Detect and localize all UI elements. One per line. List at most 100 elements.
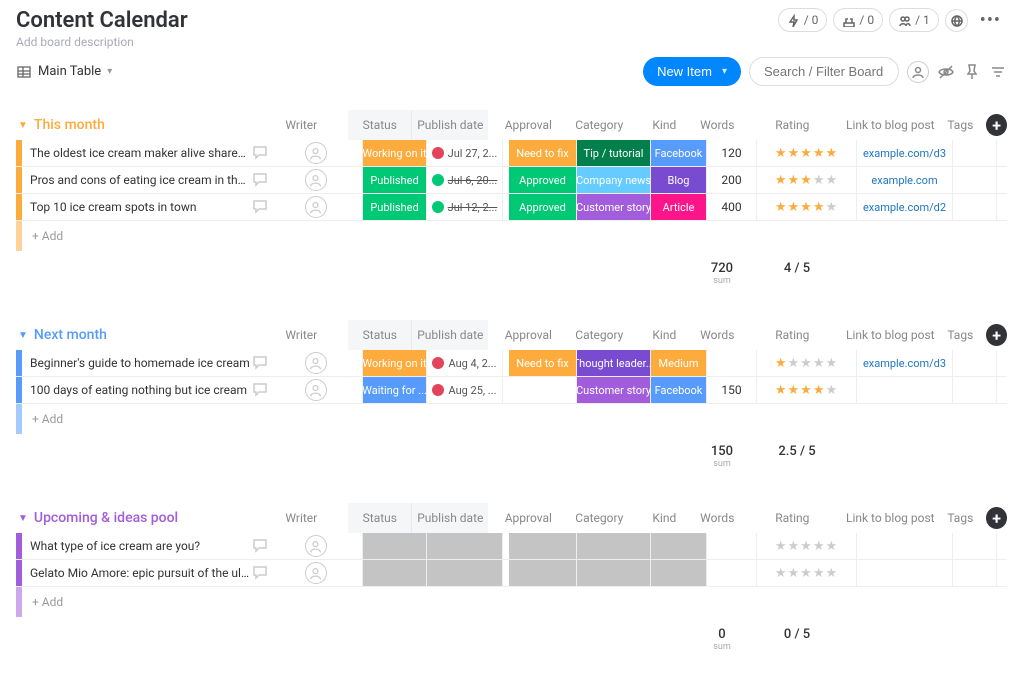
approval-cell[interactable] <box>509 377 577 403</box>
status-cell[interactable]: Published <box>363 167 427 193</box>
tags-cell[interactable] <box>953 140 997 166</box>
col-approval[interactable]: Approval <box>494 320 562 350</box>
tags-cell[interactable] <box>953 194 997 220</box>
col-writer[interactable]: Writer <box>254 110 348 140</box>
add-column-button[interactable]: + <box>986 114 1007 136</box>
activity-button[interactable] <box>945 9 968 32</box>
col-publish-date[interactable]: Publish date <box>412 320 488 350</box>
category-cell[interactable]: Thought leader... <box>577 350 651 376</box>
table-row[interactable]: Gelato Mio Amore: epic pursuit of the ul… <box>16 560 1007 587</box>
category-cell[interactable]: Customer story <box>577 377 651 403</box>
col-category[interactable]: Category <box>562 320 636 350</box>
link-cell[interactable]: example.com <box>857 167 953 193</box>
rating-cell[interactable]: ★★★★★ <box>757 194 857 220</box>
tags-cell[interactable] <box>953 377 997 403</box>
comment-icon[interactable] <box>251 537 269 555</box>
col-writer[interactable]: Writer <box>254 503 348 533</box>
avatar-placeholder[interactable] <box>305 379 327 401</box>
rating-cell[interactable]: ★★★★★ <box>757 167 857 193</box>
avatar-placeholder[interactable] <box>305 142 327 164</box>
rating-cell[interactable]: ★★★★★ <box>757 377 857 403</box>
add-column-button[interactable]: + <box>986 324 1007 346</box>
col-tags[interactable]: Tags <box>938 320 982 350</box>
col-link[interactable]: Link to blog post <box>842 320 938 350</box>
item-name[interactable]: Top 10 ice cream spots in town <box>22 200 251 214</box>
col-rating[interactable]: Rating <box>742 320 842 350</box>
rating-cell[interactable]: ★★★★★ <box>757 560 857 586</box>
avatar-placeholder[interactable] <box>305 535 327 557</box>
approval-cell[interactable]: Need to fix <box>509 140 577 166</box>
writer-cell[interactable] <box>269 194 363 220</box>
date-cell[interactable]: Aug 25, ... <box>427 377 503 403</box>
category-cell[interactable] <box>577 533 651 559</box>
new-item-button[interactable]: New Item ▾ <box>643 57 741 86</box>
link-cell[interactable] <box>857 533 953 559</box>
col-kind[interactable]: Kind <box>636 503 692 533</box>
avatar-placeholder[interactable] <box>305 562 327 584</box>
approval-cell[interactable] <box>509 533 577 559</box>
approval-cell[interactable] <box>509 560 577 586</box>
people-badge[interactable]: / 1 <box>889 8 939 32</box>
words-cell[interactable] <box>707 533 757 559</box>
status-cell[interactable]: Waiting for ... <box>363 377 427 403</box>
link-cell[interactable]: example.com/d3 <box>857 350 953 376</box>
group-title[interactable]: ▼ This month <box>16 117 254 133</box>
status-cell[interactable] <box>363 533 427 559</box>
more-options[interactable]: ••• <box>974 10 1007 31</box>
col-publish-date[interactable]: Publish date <box>412 110 488 140</box>
col-approval[interactable]: Approval <box>494 110 562 140</box>
table-row[interactable]: 100 days of eating nothing but ice cream… <box>16 377 1007 404</box>
kind-cell[interactable]: Facebook <box>651 140 707 166</box>
item-name[interactable]: Gelato Mio Amore: epic pursuit of the ul… <box>22 566 251 580</box>
col-tags[interactable]: Tags <box>938 503 982 533</box>
writer-cell[interactable] <box>269 140 363 166</box>
category-cell[interactable] <box>577 560 651 586</box>
rating-cell[interactable]: ★★★★★ <box>757 140 857 166</box>
rating-cell[interactable]: ★★★★★ <box>757 350 857 376</box>
writer-cell[interactable] <box>269 377 363 403</box>
link-cell[interactable] <box>857 377 953 403</box>
col-kind[interactable]: Kind <box>636 110 692 140</box>
avatar-placeholder[interactable] <box>305 352 327 374</box>
link-cell[interactable]: example.com/d3 <box>857 140 953 166</box>
add-item-row[interactable]: + Add <box>16 404 1007 434</box>
comment-icon[interactable] <box>251 171 269 189</box>
group-title[interactable]: ▼ Next month <box>16 327 254 343</box>
date-cell[interactable]: Jul 12, 2... <box>427 194 503 220</box>
col-words[interactable]: Words <box>692 110 742 140</box>
date-cell[interactable]: Aug 4, 2... <box>427 350 503 376</box>
kind-cell[interactable]: Article <box>651 194 707 220</box>
tags-cell[interactable] <box>953 350 997 376</box>
kind-cell[interactable] <box>651 533 707 559</box>
col-rating[interactable]: Rating <box>742 503 842 533</box>
table-row[interactable]: Beginner's guide to homemade ice cream W… <box>16 350 1007 377</box>
item-name[interactable]: What type of ice cream are you? <box>22 539 251 553</box>
col-publish-date[interactable]: Publish date <box>412 503 488 533</box>
words-cell[interactable] <box>707 350 757 376</box>
words-cell[interactable]: 150 <box>707 377 757 403</box>
rating-cell[interactable]: ★★★★★ <box>757 533 857 559</box>
approval-cell[interactable]: Approved <box>509 167 577 193</box>
view-switcher[interactable]: Main Table ▾ <box>16 64 112 80</box>
date-cell[interactable]: Jul 6, 20... <box>427 167 503 193</box>
words-cell[interactable]: 400 <box>707 194 757 220</box>
col-writer[interactable]: Writer <box>254 320 348 350</box>
table-row[interactable]: The oldest ice cream maker alive shares … <box>16 140 1007 167</box>
item-name[interactable]: Pros and cons of eating ice cream in the… <box>22 173 251 187</box>
status-cell[interactable]: Working on it <box>363 140 427 166</box>
add-column-button[interactable]: + <box>986 507 1007 529</box>
date-cell[interactable] <box>427 560 503 586</box>
writer-cell[interactable] <box>269 533 363 559</box>
col-link[interactable]: Link to blog post <box>842 503 938 533</box>
add-item-row[interactable]: + Add <box>16 587 1007 617</box>
col-words[interactable]: Words <box>692 503 742 533</box>
date-cell[interactable] <box>427 533 503 559</box>
table-row[interactable]: Pros and cons of eating ice cream in the… <box>16 167 1007 194</box>
status-cell[interactable] <box>363 560 427 586</box>
col-approval[interactable]: Approval <box>494 503 562 533</box>
avatar-placeholder[interactable] <box>305 169 327 191</box>
writer-cell[interactable] <box>269 350 363 376</box>
hide-icon[interactable] <box>937 63 955 81</box>
search-input[interactable] <box>749 57 899 86</box>
approval-cell[interactable]: Approved <box>509 194 577 220</box>
